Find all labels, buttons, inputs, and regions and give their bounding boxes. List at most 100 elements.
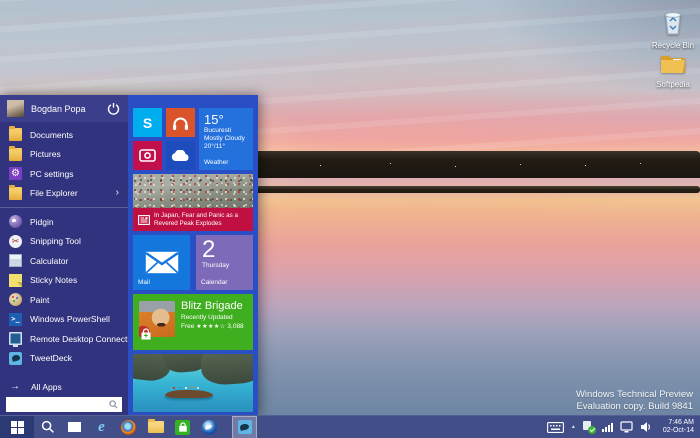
taskbar-file-explorer[interactable] (142, 416, 169, 438)
tile-news[interactable]: In Japan, Fear and Panic as a Revered Pe… (133, 174, 253, 231)
tile-mail[interactable]: Mail (133, 235, 190, 290)
start-item-paint[interactable]: Paint (0, 290, 128, 310)
start-item-powershell[interactable]: >_ Windows PowerShell (0, 310, 128, 330)
photo-boat (165, 390, 213, 398)
tile-camera[interactable] (133, 141, 162, 170)
tile-photos[interactable] (133, 354, 253, 412)
search-input[interactable] (10, 400, 109, 409)
store-app-rating-count: 3,088 (227, 323, 243, 330)
all-apps-button[interactable]: → All Apps (10, 379, 118, 394)
tile-calendar[interactable]: 2 Thursday Calendar (196, 235, 253, 290)
start-item-pidgin[interactable]: Pidgin (0, 212, 128, 232)
tile-music[interactable] (166, 108, 195, 137)
camera-icon (139, 149, 156, 162)
skype-icon: S (143, 115, 152, 131)
start-menu-header: Bogdan Popa (0, 95, 128, 122)
start-item-label: File Explorer (30, 188, 78, 198)
news-headline: In Japan, Fear and Panic as a Revered Pe… (154, 212, 248, 227)
start-item-pictures[interactable]: Pictures (0, 145, 128, 165)
start-item-sticky-notes[interactable]: Sticky Notes (0, 271, 128, 291)
taskbar-window-button[interactable] (61, 416, 88, 438)
monitor-icon (9, 332, 22, 345)
clock-time: 7:46 AM (663, 419, 694, 428)
start-search-box (6, 397, 122, 412)
user-avatar[interactable] (7, 100, 24, 117)
folder-icon (9, 187, 22, 200)
start-item-documents[interactable]: Documents (0, 125, 128, 145)
taskbar-thunderbird[interactable] (196, 416, 223, 438)
store-bag-icon (175, 420, 190, 435)
tile-store-blitz-brigade[interactable]: Blitz Brigade Recently Updated Free ★★★★… (133, 294, 253, 350)
store-app-info: Blitz Brigade Recently Updated Free ★★★★… (181, 300, 244, 332)
start-menu-item-list: Documents Pictures ⚙ PC settings File Ex… (0, 125, 128, 368)
show-hidden-icons-button[interactable]: ▲ (571, 424, 576, 430)
clock-date: 02-Oct-14 (663, 427, 694, 436)
start-button[interactable] (0, 416, 34, 438)
watermark-line1: Windows Technical Preview (576, 389, 693, 401)
system-tray: ▲ 7:46 AM 02-Oct-14 (547, 419, 700, 436)
taskbar-search-button[interactable] (34, 416, 61, 438)
tile-label: Calendar (201, 279, 227, 286)
tile-skype[interactable]: S (133, 108, 162, 137)
store-app-status: Recently Updated (181, 313, 244, 322)
folder-icon (9, 148, 22, 161)
start-item-snipping-tool[interactable]: ✂ Snipping Tool (0, 232, 128, 252)
weather-temperature: 15° (204, 112, 248, 127)
start-item-label: Snipping Tool (30, 236, 81, 246)
calendar-weekday: Thursday (202, 262, 247, 269)
taskbar-store[interactable] (169, 416, 196, 438)
start-item-calculator[interactable]: Calculator (0, 251, 128, 271)
start-menu-tiles: S 15° (128, 95, 258, 415)
taskbar-firefox[interactable] (115, 416, 142, 438)
cloud-icon (171, 150, 190, 162)
tile-weather[interactable]: 15° Bucuresti Mostly Cloudy 20°/11° Weat… (199, 108, 253, 170)
taskbar-clock[interactable]: 7:46 AM 02-Oct-14 (663, 419, 694, 436)
firefox-icon (121, 420, 136, 435)
tweetdeck-bird-icon (9, 352, 22, 365)
start-item-label: Pictures (30, 149, 61, 159)
start-item-label: Paint (30, 295, 49, 305)
star-rating-icon: ★★★★☆ (196, 324, 225, 330)
weather-condition: Mostly Cloudy (204, 135, 248, 143)
pidgin-icon (9, 215, 22, 228)
store-app-rating: Free ★★★★☆ 3,088 (181, 322, 244, 332)
taskbar-internet-explorer[interactable]: e (88, 416, 115, 438)
folder-icon (9, 128, 22, 141)
desktop-icon-label: Softpedia (645, 80, 700, 89)
volume-icon[interactable] (640, 421, 653, 433)
start-item-tweetdeck[interactable]: TweetDeck (0, 349, 128, 369)
windows-logo-icon (11, 421, 24, 434)
touch-keyboard-icon[interactable] (547, 422, 564, 433)
monitor-tray-icon[interactable] (620, 421, 633, 433)
store-app-price: Free (181, 323, 194, 330)
start-item-pc-settings[interactable]: ⚙ PC settings (0, 164, 128, 184)
power-button[interactable] (106, 101, 121, 116)
start-item-label: Remote Desktop Connection (30, 334, 139, 344)
headphones-icon (172, 115, 189, 131)
thunderbird-icon (202, 420, 217, 435)
desktop-icon-softpedia-folder[interactable]: Softpedia (645, 52, 700, 89)
action-center-icon[interactable] (583, 421, 595, 433)
start-item-file-explorer[interactable]: File Explorer › (0, 184, 128, 204)
watermark-line2: Evaluation copy. Build 9841 (576, 401, 693, 413)
scissors-icon: ✂ (9, 235, 22, 248)
weather-high-low: 20°/11° (204, 143, 248, 151)
powershell-icon: >_ (9, 313, 22, 326)
desktop-icon-recycle-bin[interactable]: Recycle Bin (645, 9, 700, 50)
evaluation-watermark: Windows Technical Preview Evaluation cop… (576, 389, 693, 412)
store-app-name: Blitz Brigade (181, 300, 244, 313)
news-photo (133, 174, 253, 208)
desktop-icon-label: Recycle Bin (645, 41, 700, 50)
all-apps-label: All Apps (31, 382, 62, 392)
sticky-note-icon (9, 274, 22, 287)
tile-onedrive[interactable] (166, 141, 195, 170)
user-name[interactable]: Bogdan Popa (31, 104, 106, 114)
network-signal-icon[interactable] (602, 422, 613, 432)
start-item-remote-desktop[interactable]: Remote Desktop Connection (0, 329, 128, 349)
start-menu: Bogdan Popa Documents Pictures (0, 95, 258, 415)
envelope-icon (145, 251, 179, 274)
desktop-screen: Recycle Bin Softpedia Windows Technical … (0, 0, 700, 438)
paint-palette-icon (9, 293, 22, 306)
internet-explorer-icon: e (98, 420, 105, 435)
taskbar-tweetdeck-active[interactable] (232, 416, 257, 438)
